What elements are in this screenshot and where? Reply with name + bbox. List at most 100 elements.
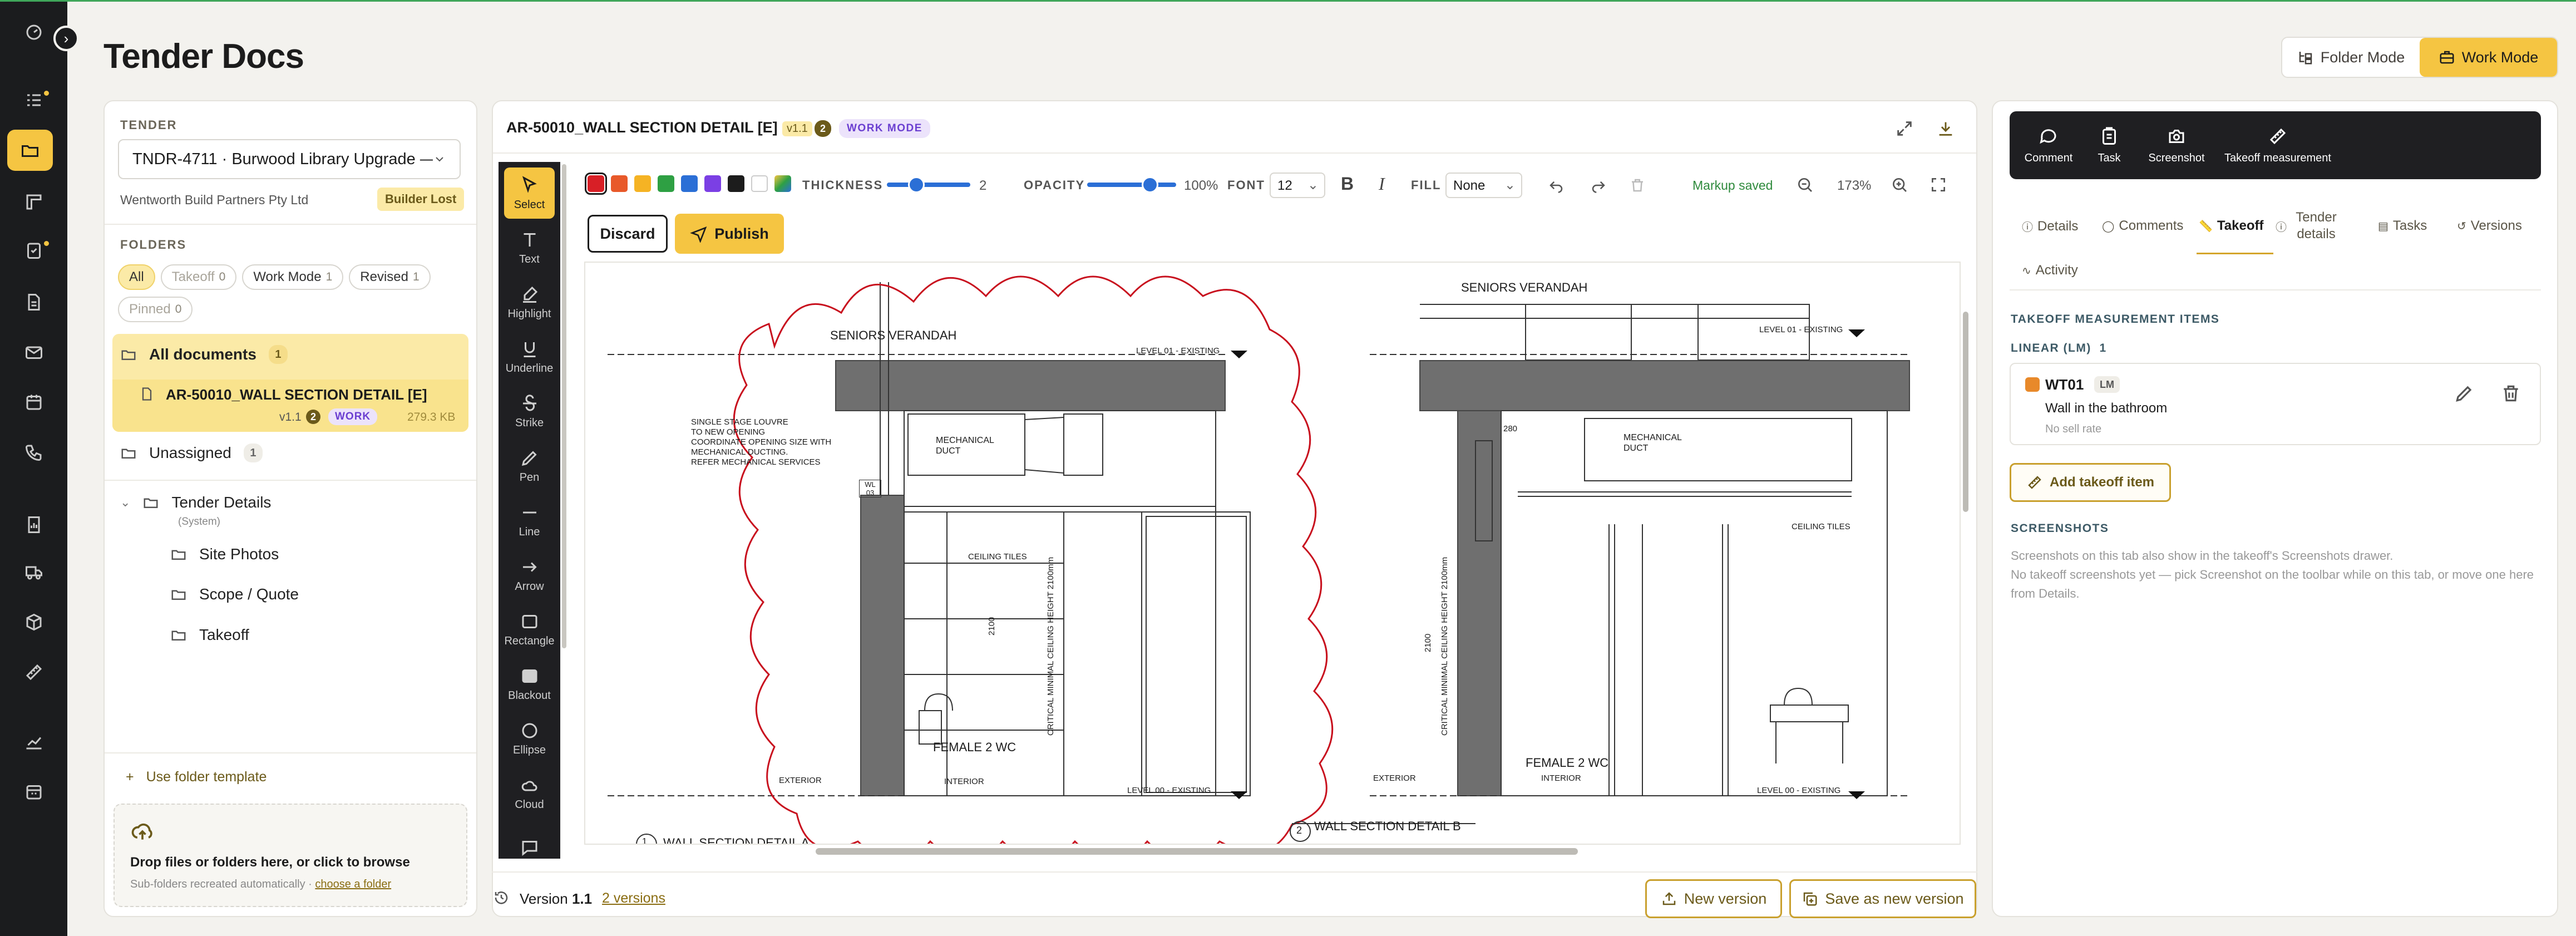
- takeoff-measurement-action[interactable]: Takeoff measurement: [2217, 111, 2339, 179]
- color-swatch-purple[interactable]: [704, 175, 721, 192]
- tool-blackout[interactable]: Blackout: [504, 658, 555, 710]
- takeoff-item-card[interactable]: WT01 LM Wall in the bathroom No sell rat…: [2010, 363, 2541, 445]
- italic-icon[interactable]: I: [1379, 174, 1385, 194]
- choose-folder-link[interactable]: choose a folder: [315, 878, 391, 890]
- canvas-vertical-scrollbar[interactable]: [1963, 312, 1968, 512]
- filter-work-mode[interactable]: Work Mode 1: [242, 264, 344, 290]
- toolbar-scrollbar[interactable]: [562, 164, 566, 648]
- bold-icon[interactable]: B: [1341, 174, 1354, 194]
- thickness-slider[interactable]: [887, 183, 970, 187]
- download-icon[interactable]: [1936, 119, 1955, 138]
- undo-icon[interactable]: [1548, 177, 1565, 194]
- color-swatch-black[interactable]: [728, 175, 744, 192]
- tool-strike[interactable]: Strike: [504, 386, 555, 437]
- screenshot-action[interactable]: Screenshot: [2143, 111, 2210, 179]
- dimension-2100: 2100: [987, 617, 996, 636]
- publish-button[interactable]: Publish: [675, 214, 784, 254]
- thickness-slider-thumb[interactable]: [908, 176, 925, 193]
- document-row[interactable]: AR-50010_WALL SECTION DETAIL [E] v1.1 2 …: [112, 380, 468, 432]
- version-indicator: Version 1.1: [520, 890, 593, 907]
- trash-icon[interactable]: [2500, 383, 2521, 404]
- unassigned-item[interactable]: Unassigned 1: [120, 444, 263, 462]
- redo-icon[interactable]: [1590, 177, 1607, 194]
- tool-ellipse[interactable]: Ellipse: [504, 713, 555, 764]
- tool-select[interactable]: Select: [504, 168, 555, 219]
- item-code: WT01: [2045, 376, 2084, 393]
- zoom-in-icon[interactable]: [1891, 176, 1908, 194]
- color-swatch-blue[interactable]: [681, 175, 698, 192]
- trash-icon[interactable]: [1629, 177, 1646, 194]
- task-action[interactable]: Task: [2084, 111, 2134, 179]
- fullscreen-icon[interactable]: [1895, 119, 1914, 138]
- new-version-button[interactable]: New version: [1645, 879, 1782, 918]
- all-documents-item[interactable]: All documents 1: [120, 345, 288, 364]
- folder-icon[interactable]: [7, 130, 53, 171]
- phone-icon[interactable]: [0, 433, 67, 472]
- fill-select[interactable]: None ⌄: [1445, 173, 1522, 198]
- tab-comments[interactable]: ◯ Comments: [2102, 218, 2183, 234]
- tab-tender-details[interactable]: ⓘ Tender details: [2276, 209, 2341, 243]
- folder-takeoff[interactable]: Takeoff: [170, 626, 249, 644]
- drop-zone[interactable]: Drop files or folders here, or click to …: [113, 804, 467, 907]
- use-folder-template-link[interactable]: + Use folder template: [126, 769, 267, 785]
- tool-rectangle[interactable]: Rectangle: [504, 604, 555, 655]
- tab-takeoff[interactable]: 📏 Takeoff: [2199, 218, 2263, 234]
- tool-arrow[interactable]: Arrow: [504, 549, 555, 600]
- tool-pen[interactable]: Pen: [504, 440, 555, 491]
- add-takeoff-item-button[interactable]: Add takeoff item: [2010, 463, 2171, 502]
- tab-activity[interactable]: ∿ Activity: [2022, 263, 2078, 278]
- font-size-select[interactable]: 12 ⌄: [1270, 173, 1325, 198]
- color-swatch-red[interactable]: [585, 173, 607, 195]
- folder-mode-button[interactable]: Folder Mode: [2282, 38, 2420, 77]
- checklist-icon[interactable]: [0, 81, 67, 120]
- tool-line[interactable]: Line: [504, 495, 555, 546]
- package-icon[interactable]: [0, 603, 67, 642]
- filter-revised[interactable]: Revised 1: [349, 264, 431, 290]
- tab-tasks[interactable]: ▤ Tasks: [2378, 218, 2427, 234]
- task-icon[interactable]: [0, 231, 67, 270]
- color-swatch-white[interactable]: [751, 175, 768, 192]
- save-as-new-version-button[interactable]: Save as new version: [1789, 879, 1976, 918]
- tender-select[interactable]: TNDR-4711 · Burwood Library Upgrade — W: [118, 139, 461, 179]
- tool-cloud[interactable]: Cloud: [504, 767, 555, 819]
- tool-highlight[interactable]: Highlight: [504, 277, 555, 328]
- ruler-icon[interactable]: [0, 653, 67, 692]
- calendar-icon[interactable]: [0, 383, 67, 422]
- color-swatch-green[interactable]: [658, 175, 674, 192]
- comment-action[interactable]: Comment: [2021, 111, 2076, 179]
- discard-button[interactable]: Discard: [588, 215, 668, 253]
- roadmap-icon[interactable]: [0, 183, 67, 221]
- tab-versions[interactable]: ↺ Versions: [2457, 218, 2522, 234]
- document-icon[interactable]: [0, 283, 67, 322]
- tool-callout[interactable]: [504, 822, 555, 873]
- color-swatch-orange[interactable]: [611, 175, 628, 192]
- drawing-canvas[interactable]: SENIORS VERANDAH SENIORS VERANDAH LEVEL …: [584, 262, 1961, 845]
- filter-pinned[interactable]: Pinned 0: [118, 297, 193, 322]
- expand-rail-button[interactable]: ›: [53, 26, 79, 51]
- tool-underline[interactable]: Underline: [504, 331, 555, 382]
- custom-color-icon[interactable]: [774, 175, 791, 192]
- canvas-horizontal-scrollbar[interactable]: [816, 848, 1578, 855]
- truck-icon[interactable]: [0, 553, 67, 592]
- mail-icon[interactable]: [0, 333, 67, 372]
- divider: [105, 752, 476, 753]
- filter-takeoff[interactable]: Takeoff 0: [160, 264, 237, 290]
- tender-details-folder[interactable]: ⌄ Tender Details: [120, 494, 271, 511]
- tool-text[interactable]: Text: [504, 222, 555, 273]
- filter-all[interactable]: All: [118, 264, 155, 290]
- opacity-slider[interactable]: [1087, 183, 1176, 187]
- ceiling-height-note-right: CRITICAL MINIMAL CEILING HEIGHT 2100mm: [1440, 556, 1449, 736]
- folder-site-photos[interactable]: Site Photos: [170, 545, 279, 563]
- folder-scope-quote[interactable]: Scope / Quote: [170, 585, 299, 603]
- report-icon[interactable]: [0, 505, 67, 544]
- chart-icon[interactable]: [0, 722, 67, 761]
- fit-screen-icon[interactable]: [1929, 176, 1947, 194]
- color-swatch-yellow[interactable]: [634, 175, 651, 192]
- versions-link[interactable]: 2 versions: [602, 890, 665, 907]
- zoom-out-icon[interactable]: [1796, 176, 1814, 194]
- tab-details[interactable]: ⓘ Details: [2022, 218, 2078, 234]
- schedule-icon[interactable]: [0, 772, 67, 811]
- work-mode-button[interactable]: Work Mode: [2420, 38, 2557, 77]
- edit-icon[interactable]: [2454, 383, 2475, 404]
- opacity-slider-thumb[interactable]: [1142, 176, 1158, 193]
